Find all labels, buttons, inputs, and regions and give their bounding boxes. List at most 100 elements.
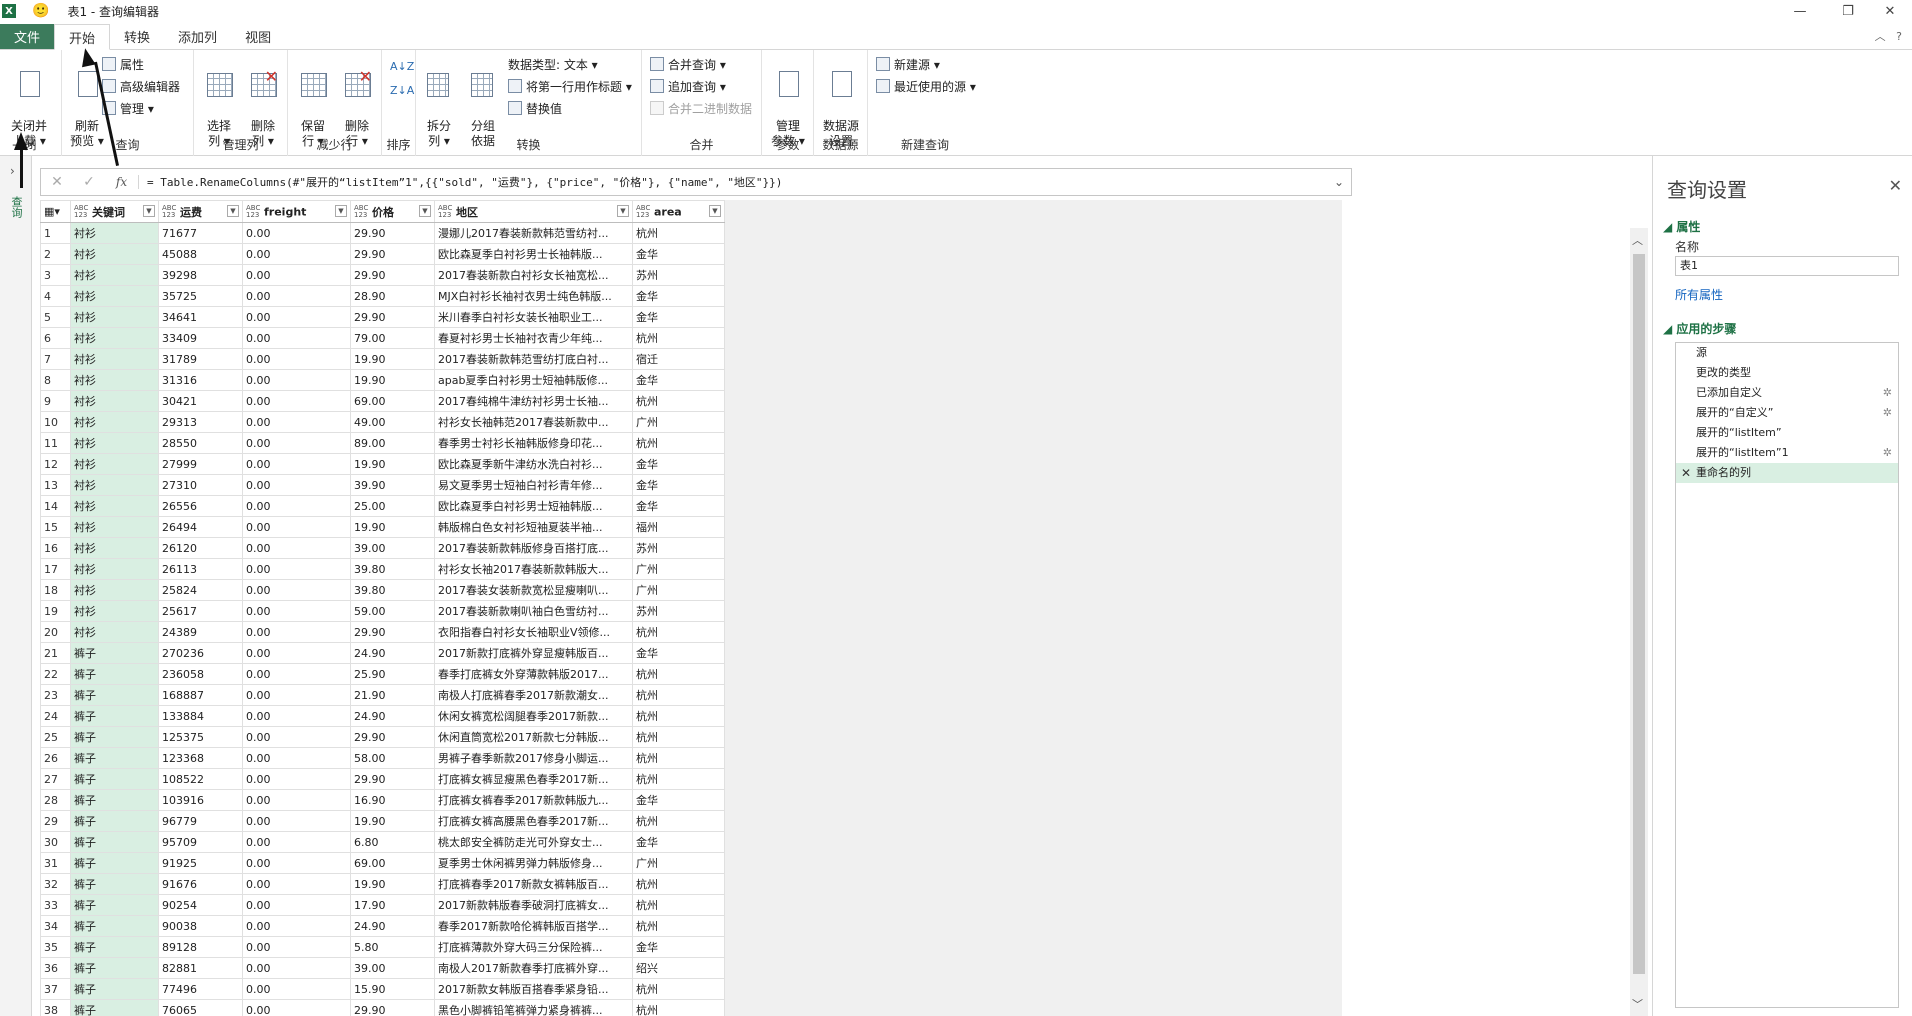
table-cell[interactable]: 广州 xyxy=(632,411,725,433)
tab-view[interactable]: 视图 xyxy=(231,23,285,49)
choose-columns-button[interactable]: 选择 列 ▾ xyxy=(196,54,242,149)
applied-step[interactable]: 源 xyxy=(1676,343,1898,363)
table-row[interactable]: 19 衬衫 25617 0.00 59.00 2017春装新款喇叭袖白色雪纺衬... 苏州 xyxy=(40,600,725,622)
table-row[interactable]: 33 裤子 90254 0.00 17.90 2017新款韩版春季破洞打底裤女... 杭州 xyxy=(40,894,725,916)
table-cell[interactable]: 82881 xyxy=(158,957,243,979)
table-cell[interactable]: 杭州 xyxy=(632,726,725,748)
table-row[interactable]: 8 衬衫 31316 0.00 19.90 apab夏季白衬衫男士短袖韩版修... 金华 xyxy=(40,369,725,391)
table-cell[interactable]: 0.00 xyxy=(242,894,351,916)
table-cell[interactable]: 69.00 xyxy=(350,390,435,412)
table-cell[interactable]: 2017春装新款白衬衫女长袖宽松... xyxy=(434,264,633,286)
table-cell[interactable]: 16.90 xyxy=(350,789,435,811)
table-cell[interactable]: 衬衫 xyxy=(70,264,159,286)
excel-app-icon[interactable]: X xyxy=(2,4,16,18)
table-cell[interactable]: 衬衫 xyxy=(70,600,159,622)
table-cell[interactable]: 125375 xyxy=(158,726,243,748)
table-cell[interactable]: 裤子 xyxy=(70,810,159,832)
table-cell[interactable]: 衬衫 xyxy=(70,390,159,412)
column-type-icon[interactable]: ABC 123 xyxy=(246,204,264,219)
row-number[interactable]: 12 xyxy=(40,453,71,475)
table-cell[interactable]: 裤子 xyxy=(70,684,159,706)
table-row[interactable]: 22 裤子 236058 0.00 25.90 春季打底裤女外穿薄款韩版2017... 杭州 xyxy=(40,663,725,685)
scroll-thumb[interactable] xyxy=(1633,254,1645,974)
row-number[interactable]: 7 xyxy=(40,348,71,370)
table-cell[interactable]: 19.90 xyxy=(350,348,435,370)
table-cell[interactable]: 24.90 xyxy=(350,705,435,727)
table-cell[interactable]: 39.80 xyxy=(350,579,435,601)
row-number[interactable]: 28 xyxy=(40,789,71,811)
table-cell[interactable]: 杭州 xyxy=(632,663,725,685)
table-cell[interactable]: 0.00 xyxy=(242,831,351,853)
table-cell[interactable]: 衬衫 xyxy=(70,411,159,433)
table-row[interactable]: 14 衬衫 26556 0.00 25.00 欧比森夏季白衬衫男士短袖韩版... 金华 xyxy=(40,495,725,517)
table-cell[interactable]: 金华 xyxy=(632,936,725,958)
formula-text[interactable]: = Table.RenameColumns(#"展开的“listItem”1",… xyxy=(139,174,1327,190)
table-cell[interactable]: 0.00 xyxy=(242,621,351,643)
table-row[interactable]: 37 裤子 77496 0.00 15.90 2017新款女韩版百搭春季紧身铅... 杭州 xyxy=(40,978,725,1000)
table-cell[interactable]: 衬衫 xyxy=(70,243,159,265)
table-select-icon[interactable]: ▦▾ xyxy=(40,200,71,223)
table-row[interactable]: 18 衬衫 25824 0.00 39.80 2017春装女装新款宽松显瘦喇叭... 广州 xyxy=(40,579,725,601)
column-header-4[interactable]: ABC 123 地区 ▼ xyxy=(434,200,633,223)
table-cell[interactable]: 29.90 xyxy=(350,726,435,748)
table-row[interactable]: 13 衬衫 27310 0.00 39.90 易文夏季男士短袖白衬衫青年修... 金华 xyxy=(40,474,725,496)
remove-rows-button[interactable]: ✕ 删除 行 ▾ xyxy=(334,54,380,149)
column-filter-icon[interactable]: ▼ xyxy=(617,205,629,217)
table-cell[interactable]: 0.00 xyxy=(242,516,351,538)
table-row[interactable]: 2 衬衫 45088 0.00 29.90 欧比森夏季白衬衫男士长袖韩版... 金华 xyxy=(40,243,725,265)
table-cell[interactable]: 17.90 xyxy=(350,894,435,916)
table-cell[interactable]: 衬衫 xyxy=(70,474,159,496)
table-cell[interactable]: 0.00 xyxy=(242,243,351,265)
table-cell[interactable]: 裤子 xyxy=(70,747,159,769)
table-cell[interactable]: 0.00 xyxy=(242,600,351,622)
table-cell[interactable]: 0.00 xyxy=(242,705,351,727)
table-cell[interactable]: 39.00 xyxy=(350,957,435,979)
table-cell[interactable]: 0.00 xyxy=(242,999,351,1016)
table-cell[interactable]: 39.00 xyxy=(350,537,435,559)
delete-step-icon[interactable]: ✕ xyxy=(1681,463,1691,483)
row-number[interactable]: 31 xyxy=(40,852,71,874)
table-cell[interactable]: 衬衫 xyxy=(70,537,159,559)
row-number[interactable]: 2 xyxy=(40,243,71,265)
table-cell[interactable]: 0.00 xyxy=(242,768,351,790)
table-cell[interactable]: 2017春纯棉牛津纺衬衫男士长袖... xyxy=(434,390,633,412)
table-cell[interactable]: 0.00 xyxy=(242,537,351,559)
expand-formula-icon[interactable]: ⌄ xyxy=(1327,175,1351,189)
table-cell[interactable]: 0.00 xyxy=(242,978,351,1000)
table-cell[interactable]: 杭州 xyxy=(632,768,725,790)
table-cell[interactable]: 31789 xyxy=(158,348,243,370)
table-row[interactable]: 6 衬衫 33409 0.00 79.00 春夏衬衫男士长袖衬衣青少年纯... 杭州 xyxy=(40,327,725,349)
table-cell[interactable]: 29.90 xyxy=(350,306,435,328)
table-cell[interactable]: 168887 xyxy=(158,684,243,706)
table-cell[interactable]: 衣阳指春白衬衫女长袖职业V领修... xyxy=(434,621,633,643)
table-cell[interactable]: 裤子 xyxy=(70,957,159,979)
table-row[interactable]: 36 裤子 82881 0.00 39.00 南极人2017新款春季打底裤外穿... 绍兴 xyxy=(40,957,725,979)
table-cell[interactable]: 0.00 xyxy=(242,285,351,307)
row-number[interactable]: 37 xyxy=(40,978,71,1000)
row-number[interactable]: 3 xyxy=(40,264,71,286)
query-name-input[interactable]: 表1 xyxy=(1675,256,1899,276)
fx-icon[interactable]: fx xyxy=(105,175,139,189)
row-number[interactable]: 10 xyxy=(40,411,71,433)
table-row[interactable]: 31 裤子 91925 0.00 69.00 夏季男士休闲裤男弹力韩版修身... 广州 xyxy=(40,852,725,874)
table-cell[interactable]: 58.00 xyxy=(350,747,435,769)
table-cell[interactable]: 裤子 xyxy=(70,768,159,790)
table-cell[interactable]: 31316 xyxy=(158,369,243,391)
table-cell[interactable]: 打底裤女裤高腰黑色春季2017新... xyxy=(434,810,633,832)
tab-add-column[interactable]: 添加列 xyxy=(164,23,231,49)
properties-section-header[interactable]: ◢ 属性 xyxy=(1663,218,1700,235)
table-cell[interactable]: 39298 xyxy=(158,264,243,286)
table-cell[interactable]: 易文夏季男士短袖白衬衫青年修... xyxy=(434,474,633,496)
table-cell[interactable]: 衬衫 xyxy=(70,558,159,580)
table-row[interactable]: 26 裤子 123368 0.00 58.00 男裤子春季新款2017修身小脚运... 杭州 xyxy=(40,747,725,769)
row-number[interactable]: 32 xyxy=(40,873,71,895)
recent-sources-button[interactable]: 最近使用的源 ▾ xyxy=(876,76,976,96)
table-cell[interactable]: 24.90 xyxy=(350,915,435,937)
table-cell[interactable]: 0.00 xyxy=(242,810,351,832)
table-cell[interactable]: 0.00 xyxy=(242,474,351,496)
table-row[interactable]: 34 裤子 90038 0.00 24.90 春季2017新款哈伦裤韩版百搭学... 杭州 xyxy=(40,915,725,937)
table-cell[interactable]: 打底裤春季2017新款女裤韩版百... xyxy=(434,873,633,895)
table-cell[interactable]: 33409 xyxy=(158,327,243,349)
table-cell[interactable]: 28.90 xyxy=(350,285,435,307)
applied-steps-header[interactable]: ◢ 应用的步骤 xyxy=(1663,320,1736,337)
